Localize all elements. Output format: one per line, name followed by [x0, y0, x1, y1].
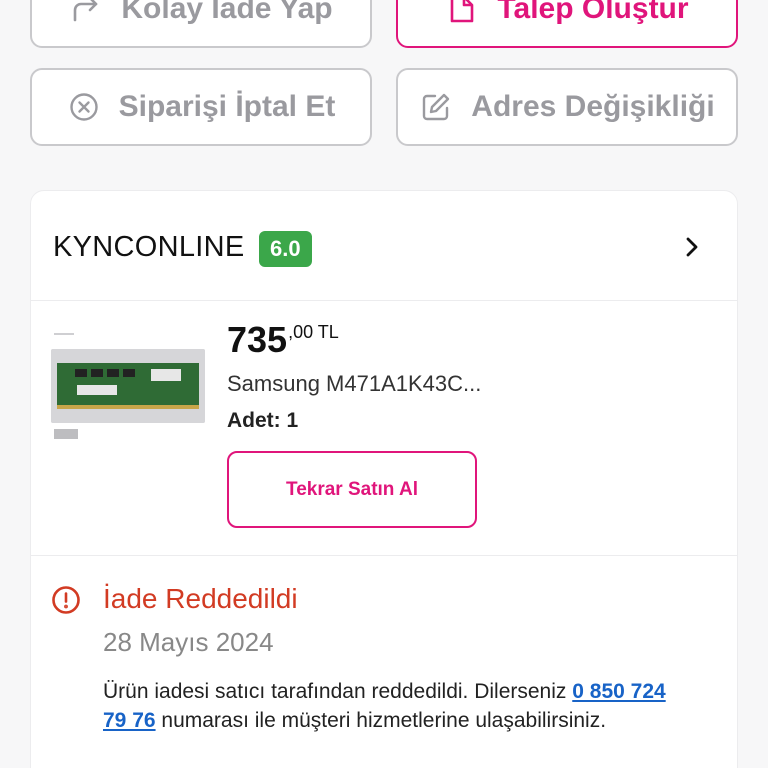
status-text-after: numarası ile müşteri hizmetlerine ulaşab… [155, 709, 607, 732]
share-arrow-icon [69, 0, 103, 26]
product-row: 735,00 TL Samsung M471A1K43C... Adet: 1 … [31, 301, 737, 556]
address-change-label: Adres Değişikliği [471, 90, 715, 123]
alert-circle-icon [51, 585, 81, 615]
seller-row[interactable]: KYNCONLINE 6.0 [31, 191, 737, 301]
status-date: 28 Mayıs 2024 [103, 627, 274, 657]
thumb-caption [54, 429, 78, 439]
order-card: KYNCONLINE 6.0 735,00 TL Samsung M471A1K… [30, 190, 738, 768]
product-name[interactable]: Samsung M471A1K43C... [227, 371, 481, 397]
product-image[interactable] [51, 349, 205, 423]
seller-name: KYNCONLINE [53, 231, 245, 263]
chevron-right-icon[interactable] [681, 235, 703, 259]
status-title: İade Reddedildi [103, 583, 298, 614]
seller-rating-badge: 6.0 [259, 231, 312, 267]
thumb-indicator [54, 333, 74, 335]
address-change-button[interactable]: Adres Değişikliği [396, 68, 738, 146]
buy-again-button[interactable]: Tekrar Satın Al [227, 451, 477, 528]
return-status: İade Reddedildi 28 Mayıs 2024 Ürün iades… [31, 557, 737, 768]
create-request-button[interactable]: Talep Oluştur [396, 0, 738, 48]
cancel-order-label: Siparişi İptal Et [118, 90, 336, 123]
create-request-label: Talep Oluştur [497, 0, 689, 25]
product-quantity: Adet: 1 [227, 409, 299, 432]
status-text-before: Ürün iadesi satıcı tarafından reddedildi… [103, 680, 573, 703]
status-message: Ürün iadesi satıcı tarafından reddedildi… [103, 677, 683, 735]
circle-x-icon [67, 90, 101, 124]
price-decimal: ,00 TL [288, 322, 339, 342]
cancel-order-button[interactable]: Siparişi İptal Et [30, 68, 372, 146]
document-icon [445, 0, 479, 26]
price-integer: 735 [227, 319, 288, 360]
product-price: 735,00 TL [227, 319, 339, 361]
easy-return-label: Kolay İade Yap [121, 0, 333, 25]
edit-pencil-icon [419, 90, 453, 124]
easy-return-button[interactable]: Kolay İade Yap [30, 0, 372, 48]
